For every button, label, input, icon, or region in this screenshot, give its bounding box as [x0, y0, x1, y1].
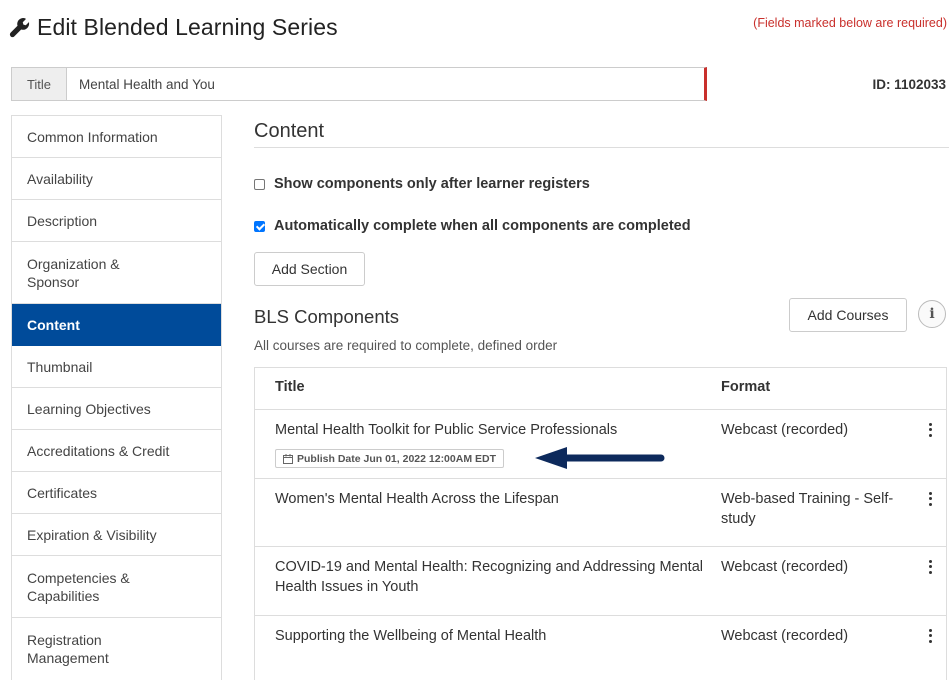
series-id: ID: 1102033 [872, 77, 946, 92]
divider [255, 615, 946, 616]
title-field: Title Mental Health and You [11, 67, 707, 101]
annotation-arrow-icon [535, 447, 665, 469]
add-courses-button[interactable]: Add Courses [789, 298, 907, 332]
row-menu-icon[interactable] [927, 559, 933, 575]
sidebar-nav: Common Information Availability Descript… [11, 115, 222, 680]
content-section-title: Content [254, 120, 325, 142]
checkbox-label: Show components only after learner regis… [274, 176, 590, 192]
sidebar-item-label: Certificates [27, 484, 98, 501]
row-menu-icon[interactable] [927, 628, 933, 644]
page-header: Edit Blended Learning Series [9, 14, 338, 41]
divider [255, 546, 946, 547]
required-fields-note: (Fields marked below are required) [753, 16, 947, 30]
sidebar-item-label: Organization & Sponsor [27, 255, 120, 290]
component-title[interactable]: Supporting the Wellbeing of Mental Healt… [275, 626, 710, 646]
bls-components-subtitle: All courses are required to complete, de… [254, 338, 558, 353]
component-format: Webcast (recorded) [721, 422, 849, 438]
show-after-register-option[interactable]: Show components only after learner regis… [254, 176, 590, 192]
auto-complete-checkbox[interactable] [254, 220, 265, 232]
sidebar-item-label: Learning Objectives [27, 400, 151, 417]
sidebar-item-accreditations-credit[interactable]: Accreditations & Credit [12, 430, 221, 472]
sidebar-item-organization-sponsor[interactable]: Organization & Sponsor [12, 242, 221, 304]
sidebar-item-label: Expiration & Visibility [27, 526, 157, 543]
sidebar-item-label: Accreditations & Credit [27, 442, 170, 459]
component-format: Webcast (recorded) [721, 559, 849, 575]
add-section-button[interactable]: Add Section [254, 252, 365, 286]
component-title[interactable]: Mental Health Toolkit for Public Service… [275, 420, 710, 440]
sidebar-item-common-information[interactable]: Common Information [12, 116, 221, 158]
sidebar-item-content[interactable]: Content [12, 304, 221, 346]
column-header-title: Title [275, 379, 305, 395]
wrench-icon [9, 17, 30, 37]
auto-complete-option[interactable]: Automatically complete when all componen… [254, 218, 691, 234]
bls-components-title: BLS Components [254, 306, 400, 327]
component-title[interactable]: Women's Mental Health Across the Lifespa… [275, 489, 710, 509]
sidebar-item-label: Content [27, 316, 80, 333]
sidebar-item-registration-management[interactable]: Registration Management [12, 618, 221, 680]
column-header-format: Format [721, 379, 771, 395]
sidebar-item-description[interactable]: Description [12, 200, 221, 242]
title-field-label: Title [12, 68, 67, 100]
sidebar-item-competencies-capabilities[interactable]: Competencies & Capabilities [12, 556, 221, 618]
sidebar-item-learning-objectives[interactable]: Learning Objectives [12, 388, 221, 430]
sidebar-item-expiration-visibility[interactable]: Expiration & Visibility [12, 514, 221, 556]
sidebar-item-label: Competencies & Capabilities [27, 569, 130, 604]
sidebar-item-certificates[interactable]: Certificates [12, 472, 221, 514]
title-input[interactable]: Mental Health and You [67, 68, 704, 100]
publish-date-badge: Publish Date Jun 01, 2022 12:00AM EDT [275, 449, 504, 468]
component-format: Web-based Training - Self-study [721, 491, 894, 527]
page-title: Edit Blended Learning Series [37, 14, 338, 40]
sidebar-item-label: Description [27, 212, 98, 229]
sidebar-item-label: Availability [27, 170, 93, 187]
sidebar-item-label: Common Information [27, 128, 158, 145]
divider [254, 147, 949, 148]
calendar-icon [283, 453, 293, 464]
publish-date-text: Publish Date Jun 01, 2022 12:00AM EDT [297, 452, 496, 465]
bls-components-table: Title Format Mental Health Toolkit for P… [254, 367, 947, 680]
sidebar-item-label: Thumbnail [27, 358, 93, 375]
divider [255, 478, 946, 479]
divider [255, 409, 946, 410]
component-title[interactable]: COVID-19 and Mental Health: Recognizing … [275, 557, 710, 597]
show-after-register-checkbox[interactable] [254, 178, 265, 190]
sidebar-item-thumbnail[interactable]: Thumbnail [12, 346, 221, 388]
component-format: Webcast (recorded) [721, 628, 849, 644]
info-icon[interactable]: i [918, 300, 946, 328]
sidebar-item-availability[interactable]: Availability [12, 158, 221, 200]
checkbox-label: Automatically complete when all componen… [274, 218, 691, 234]
row-menu-icon[interactable] [927, 491, 933, 507]
sidebar-item-label: Registration Management [27, 632, 109, 666]
row-menu-icon[interactable] [927, 422, 933, 438]
